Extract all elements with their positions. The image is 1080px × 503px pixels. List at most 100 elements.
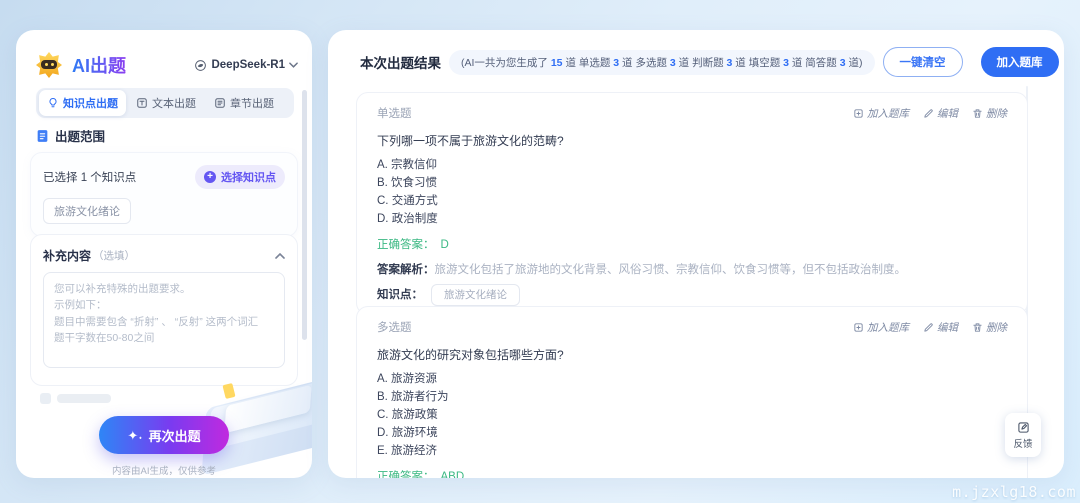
page-background: AI出题 DeepSeek-R1 知识点出题 bbox=[0, 0, 1080, 503]
action-label: 编辑 bbox=[937, 106, 958, 121]
knowledge-label: 知识点： bbox=[377, 286, 423, 302]
question-option: C. 交通方式 bbox=[377, 192, 1007, 210]
question-card: 多选题 加入题库 编辑 删除 旅游文化的研究对象包括哪些方面? A. 旅游资源B… bbox=[356, 306, 1028, 478]
action-label: 删除 bbox=[986, 106, 1007, 121]
answer-value: D bbox=[441, 239, 449, 251]
answer-value: ABD bbox=[441, 471, 465, 478]
ai-disclaimer: 内容由AI生成，仅供参考 bbox=[16, 463, 312, 477]
tab-label: 章节出题 bbox=[230, 95, 274, 111]
supplement-optional-hint: （选填） bbox=[93, 248, 135, 263]
question-type-label: 多选题 bbox=[377, 319, 412, 335]
correct-answer-row: 正确答案： D bbox=[377, 236, 1007, 252]
knowledge-tag: 旅游文化绪论 bbox=[431, 284, 520, 306]
collapse-chevron-up-icon[interactable] bbox=[275, 253, 285, 259]
card-delete-button[interactable]: 删除 bbox=[972, 106, 1007, 121]
question-options: A. 宗教信仰B. 饮食习惯C. 交通方式D. 政治制度 bbox=[377, 156, 1007, 228]
regenerate-label: 再次出题 bbox=[149, 426, 201, 445]
section-title-text: 出题范围 bbox=[55, 126, 105, 145]
question-text: 旅游文化的研究对象包括哪些方面? bbox=[377, 346, 1007, 363]
feedback-edit-icon bbox=[1017, 421, 1030, 434]
feedback-button[interactable]: 反馈 bbox=[1005, 413, 1041, 457]
select-knowledge-label: 选择知识点 bbox=[221, 169, 276, 185]
pencil-icon bbox=[923, 322, 934, 333]
tab-knowledge-point[interactable]: 知识点出题 bbox=[39, 90, 126, 116]
analysis-label: 答案解析： bbox=[377, 264, 435, 276]
clear-all-button[interactable]: 一键清空 bbox=[883, 47, 963, 77]
results-header: 本次出题结果 (AI一共为您生成了 15 道 单选题 3 道 多选题 3 道 判… bbox=[352, 46, 1046, 78]
results-title: 本次出题结果 bbox=[360, 52, 441, 72]
watermark: m.jzxlg18.com bbox=[952, 483, 1076, 501]
model-name: DeepSeek-R1 bbox=[211, 59, 285, 71]
action-label: 加入题库 bbox=[867, 106, 909, 121]
book-icon bbox=[214, 97, 226, 109]
sidebar-panel: AI出题 DeepSeek-R1 知识点出题 bbox=[16, 30, 312, 478]
chevron-down-icon bbox=[289, 62, 298, 68]
scope-section-title: 出题范围 bbox=[36, 126, 105, 145]
feedback-label: 反馈 bbox=[1013, 436, 1032, 450]
sidebar-scrollbar[interactable] bbox=[302, 90, 307, 340]
action-label: 删除 bbox=[986, 320, 1007, 335]
card-delete-button[interactable]: 删除 bbox=[972, 320, 1007, 335]
question-text: 下列哪一项不属于旅游文化的范畴? bbox=[377, 132, 1007, 149]
generation-mode-tabs: 知识点出题 文本出题 章节出题 bbox=[36, 88, 294, 118]
action-label: 编辑 bbox=[937, 320, 958, 335]
app-title: AI出题 bbox=[72, 52, 126, 78]
document-icon bbox=[36, 129, 49, 143]
question-type-label: 单选题 bbox=[377, 105, 412, 121]
knowledge-row: 知识点： 旅游文化绪论 bbox=[377, 286, 1007, 302]
faded-section-label bbox=[57, 394, 111, 403]
question-option: A. 宗教信仰 bbox=[377, 156, 1007, 174]
model-selector[interactable]: DeepSeek-R1 bbox=[194, 59, 298, 72]
selected-count-text: 已选择 1 个知识点 bbox=[43, 169, 136, 185]
card-actions: 加入题库 编辑 删除 bbox=[853, 106, 1007, 121]
tab-label: 知识点出题 bbox=[63, 95, 118, 111]
results-panel: 本次出题结果 (AI一共为您生成了 15 道 单选题 3 道 多选题 3 道 判… bbox=[328, 30, 1064, 478]
analysis-row: 答案解析：旅游文化包括了旅游地的文化背景、风俗习惯、宗教信仰、饮食习惯等，但不包… bbox=[377, 261, 1007, 277]
action-label: 加入题库 bbox=[867, 320, 909, 335]
sidebar-header: AI出题 DeepSeek-R1 bbox=[36, 50, 298, 80]
regenerate-button[interactable]: ✦˖ 再次出题 bbox=[99, 416, 229, 454]
select-knowledge-button[interactable]: + 选择知识点 bbox=[195, 165, 285, 189]
question-card: 单选题 加入题库 编辑 删除 下列哪一项不属于旅游文化的范畴? A. 宗教信仰B… bbox=[356, 92, 1028, 315]
question-option: A. 旅游资源 bbox=[377, 370, 1007, 388]
pencil-icon bbox=[923, 108, 934, 119]
supplement-title: 补充内容 bbox=[43, 247, 91, 264]
trash-icon bbox=[972, 108, 983, 119]
faded-section-icon bbox=[40, 393, 51, 404]
card-add-to-bank-button[interactable]: 加入题库 bbox=[853, 320, 909, 335]
sparkle-icon: ✦˖ bbox=[127, 429, 142, 442]
supplement-box: 补充内容 （选填） bbox=[30, 234, 298, 386]
deepseek-logo-icon bbox=[194, 59, 207, 72]
question-option: C. 旅游政策 bbox=[377, 406, 1007, 424]
trash-icon bbox=[972, 322, 983, 333]
card-add-to-bank-button[interactable]: 加入题库 bbox=[853, 106, 909, 121]
bulb-icon bbox=[47, 97, 59, 109]
summary-pill: (AI一共为您生成了 15 道 单选题 3 道 多选题 3 道 判断题 3 道 … bbox=[449, 50, 875, 75]
add-all-to-bank-button[interactable]: 加入题库 bbox=[981, 47, 1059, 77]
card-edit-button[interactable]: 编辑 bbox=[923, 320, 958, 335]
question-option: D. 旅游环境 bbox=[377, 424, 1007, 442]
tab-label: 文本出题 bbox=[152, 95, 196, 111]
question-option: D. 政治制度 bbox=[377, 210, 1007, 228]
answer-label: 正确答案： bbox=[377, 239, 435, 251]
tab-text[interactable]: 文本出题 bbox=[128, 90, 204, 116]
knowledge-tags: 旅游文化绪论 bbox=[431, 287, 520, 302]
selected-knowledge-box: 已选择 1 个知识点 + 选择知识点 旅游文化绪论 bbox=[30, 152, 298, 237]
robot-mascot-icon bbox=[36, 52, 62, 78]
square-plus-icon bbox=[853, 322, 864, 333]
question-option: B. 旅游者行为 bbox=[377, 388, 1007, 406]
correct-answer-row: 正确答案： ABD bbox=[377, 468, 1007, 478]
answer-label: 正确答案： bbox=[377, 471, 435, 478]
tab-chapter[interactable]: 章节出题 bbox=[206, 90, 282, 116]
question-option: E. 旅游经济 bbox=[377, 442, 1007, 460]
square-plus-icon bbox=[853, 108, 864, 119]
knowledge-point-chip: 旅游文化绪论 bbox=[43, 198, 131, 224]
card-actions: 加入题库 编辑 删除 bbox=[853, 320, 1007, 335]
supplement-textarea[interactable] bbox=[43, 272, 285, 368]
analysis-text: 旅游文化包括了旅游地的文化背景、风俗习惯、宗教信仰、饮食习惯等，但不包括政治制度… bbox=[435, 264, 907, 276]
question-options: A. 旅游资源B. 旅游者行为C. 旅游政策D. 旅游环境E. 旅游经济 bbox=[377, 370, 1007, 460]
text-icon bbox=[136, 97, 148, 109]
card-edit-button[interactable]: 编辑 bbox=[923, 106, 958, 121]
plus-circle-icon: + bbox=[204, 171, 216, 183]
question-option: B. 饮食习惯 bbox=[377, 174, 1007, 192]
